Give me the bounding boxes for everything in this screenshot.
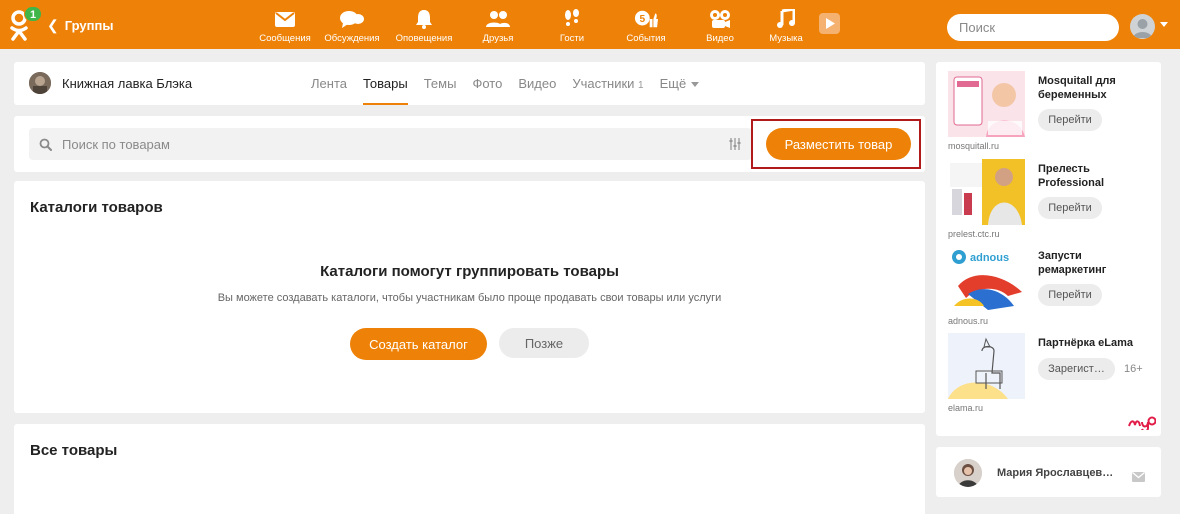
tab-goods-label: Товары (362, 76, 408, 91)
tab-photos-label: Фото (472, 76, 503, 91)
goods-search-box[interactable] (29, 128, 752, 160)
tab-more[interactable]: Ещё (652, 62, 708, 105)
ad-go-button[interactable]: Перейти (1038, 284, 1102, 306)
search-icon (39, 138, 52, 151)
nav-video-label: Видео (706, 33, 734, 44)
add-goods-button[interactable]: Разместить товар (766, 128, 911, 160)
play-icon (825, 18, 835, 29)
ad-item[interactable]: adnous adnous.ru Запусти ремаркетинг Пер… (936, 237, 1161, 326)
user-avatar[interactable] (1130, 14, 1155, 39)
top-bar: 1 ❮ Группы Сообщения Обсуждения Оповещен… (0, 0, 1180, 49)
ad-title[interactable]: Прелесть Professional (1038, 162, 1153, 190)
nav-events-label: События (626, 33, 666, 44)
friends-icon (486, 8, 510, 30)
tab-feed-label: Лента (311, 76, 347, 91)
envelope-icon[interactable] (1132, 469, 1145, 482)
nav-friends-label: Друзья (482, 33, 514, 44)
ad-image[interactable] (948, 71, 1025, 137)
nav-guests[interactable]: Гости (536, 0, 608, 49)
ad-title[interactable]: Запусти ремаркетинг (1038, 249, 1153, 277)
goods-search-panel: Разместить товар (14, 116, 925, 172)
nav-guests-label: Гости (559, 33, 585, 44)
tab-topics[interactable]: Темы (416, 62, 465, 105)
nav-discussions-label: Обсуждения (324, 33, 380, 44)
group-tabs: Лента Товары Темы Фото Видео Участники 1… (303, 62, 707, 105)
chevron-down-icon (691, 82, 700, 87)
ad-image[interactable]: adnous (948, 246, 1025, 312)
ad-domain[interactable]: elama.ru (948, 403, 983, 413)
tab-goods[interactable]: Товары (355, 62, 416, 105)
chevron-down-icon[interactable] (1160, 22, 1168, 27)
back-to-groups-link[interactable]: ❮ Группы (47, 17, 113, 34)
ad-go-button[interactable]: Перейти (1038, 109, 1102, 131)
music-note-icon (774, 8, 798, 30)
members-count: 1 (638, 80, 644, 91)
nav-music[interactable]: Музыка (756, 0, 816, 49)
mytarget-logo-icon[interactable] (1128, 414, 1157, 433)
global-search[interactable] (947, 14, 1135, 41)
svg-text:5: 5 (639, 14, 645, 25)
envelope-icon (273, 8, 297, 30)
ad-image[interactable] (948, 159, 1025, 225)
friend-avatar[interactable] (954, 459, 982, 487)
group-name[interactable]: Книжная лавка Блэка (62, 76, 192, 91)
add-goods-highlight-frame: Разместить товар (751, 119, 921, 169)
nav-notifications-label: Оповещения (395, 33, 453, 44)
nav-discussions[interactable]: Обсуждения (316, 0, 388, 49)
tab-members-label: Участники (572, 76, 635, 91)
play-video-button[interactable] (819, 13, 840, 34)
ads-column: mosquitall.ru Mosquitall для беременных … (936, 62, 1161, 436)
tab-feed[interactable]: Лента (303, 62, 355, 105)
catalogs-empty-subtitle: Вы можете создавать каталоги, чтобы учас… (217, 292, 722, 304)
tab-more-label: Ещё (659, 76, 687, 91)
ad-title[interactable]: Mosquitall для беременных (1038, 74, 1153, 102)
nav-events[interactable]: 5 События (608, 0, 684, 49)
nav-video[interactable]: Видео (684, 0, 756, 49)
group-avatar[interactable] (29, 72, 51, 94)
footprints-icon (560, 8, 584, 30)
friend-name[interactable]: Мария Ярославцев… (997, 467, 1113, 479)
bell-icon (412, 8, 436, 30)
filter-sliders-icon[interactable] (728, 137, 742, 151)
catalogs-panel: Каталоги товаров Каталоги помогут группи… (14, 181, 925, 413)
ad-image[interactable] (948, 333, 1025, 399)
back-label: Группы (64, 18, 114, 33)
tab-photos[interactable]: Фото (464, 62, 510, 105)
tab-video[interactable]: Видео (510, 62, 564, 105)
ad-go-button[interactable]: Перейти (1038, 197, 1102, 219)
tab-topics-label: Темы (423, 76, 457, 91)
goods-search-input[interactable] (62, 136, 728, 152)
events-icon: 5 (634, 8, 658, 30)
global-search-input[interactable] (959, 20, 1135, 35)
ad-title[interactable]: Партнёрка eLama (1038, 336, 1153, 350)
ad-item[interactable]: prelest.ctc.ru Прелесть Professional Пер… (936, 150, 1161, 239)
create-catalog-button[interactable]: Создать каталог (350, 328, 487, 360)
group-header: Книжная лавка Блэка Лента Товары Темы Фо… (14, 62, 925, 105)
ad-age-rating: 16+ (1124, 363, 1143, 375)
video-camera-icon (708, 8, 732, 30)
ad-item[interactable]: elama.ru Партнёрка eLama Зарегист… 16+ (936, 324, 1161, 413)
friend-online-panel: Мария Ярославцев… (936, 447, 1161, 497)
nav-friends[interactable]: Друзья (460, 0, 536, 49)
chevron-left-icon: ❮ (47, 17, 59, 33)
ad-register-button[interactable]: Зарегист… (1038, 358, 1115, 380)
main-nav: Сообщения Обсуждения Оповещения Друзья Г… (254, 0, 816, 49)
tab-members[interactable]: Участники 1 (564, 62, 651, 105)
catalogs-empty-title: Каталоги помогут группировать товары (320, 263, 619, 280)
all-goods-panel: Все товары (14, 424, 925, 514)
svg-text:adnous: adnous (970, 252, 1009, 264)
chat-bubbles-icon (340, 8, 364, 30)
nav-messages-label: Сообщения (259, 33, 311, 44)
later-button[interactable]: Позже (499, 328, 589, 358)
catalogs-title: Каталоги товаров (30, 199, 163, 216)
nav-notifications[interactable]: Оповещения (388, 0, 460, 49)
nav-messages[interactable]: Сообщения (254, 0, 316, 49)
tab-video-label: Видео (518, 76, 557, 91)
ad-item[interactable]: mosquitall.ru Mosquitall для беременных … (936, 62, 1161, 151)
notification-count-badge: 1 (24, 6, 43, 22)
all-goods-title: Все товары (30, 442, 118, 459)
nav-music-label: Музыка (769, 33, 803, 44)
